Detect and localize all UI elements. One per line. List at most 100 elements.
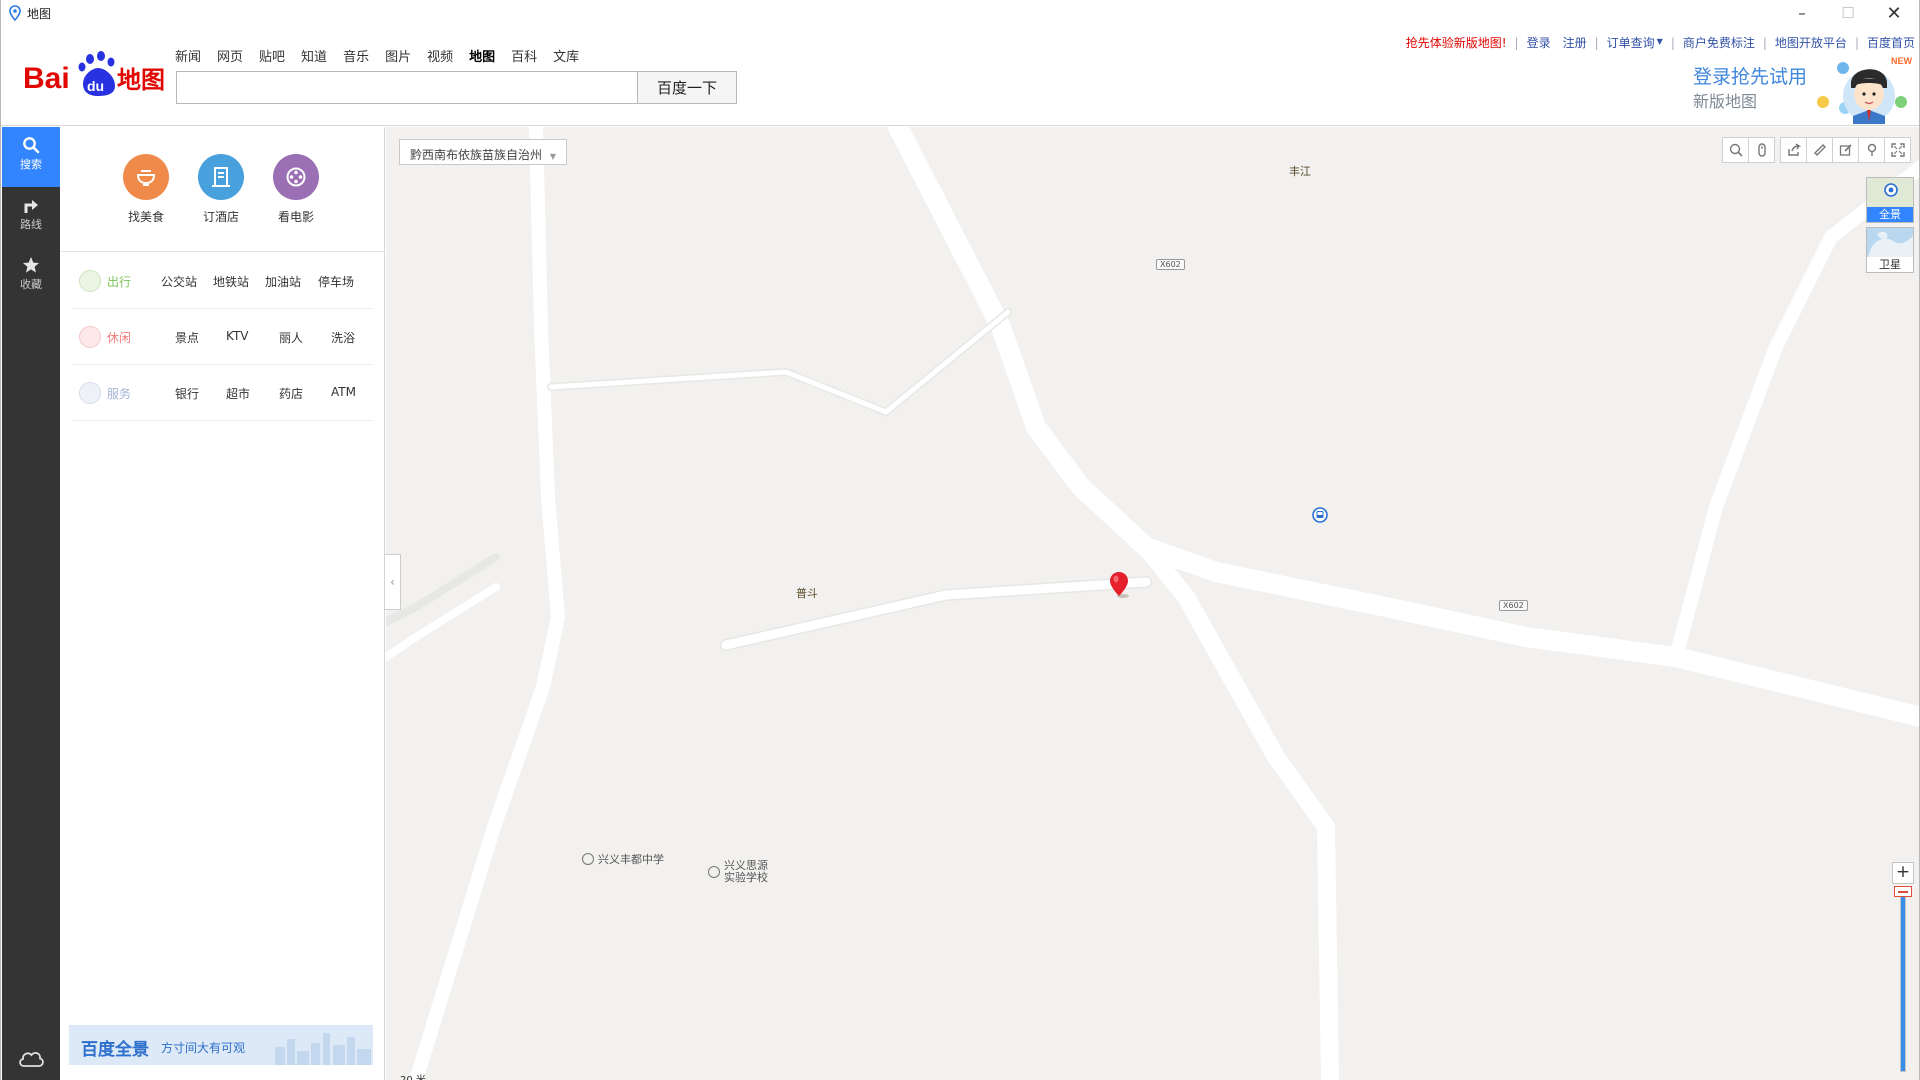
category-item-supermarket[interactable]: 超市: [226, 385, 250, 402]
nav-baike[interactable]: 百科: [511, 46, 537, 65]
app-window: 地图 – ☐ ✕ Bai du 地图 新闻 网页 贴吧 知道 音乐 图片 视频 …: [0, 0, 1920, 1080]
register-link[interactable]: 注册: [1563, 34, 1587, 51]
nav-music[interactable]: 音乐: [343, 46, 369, 65]
map-measure-tool[interactable]: [1806, 137, 1833, 163]
magnifier-icon: [1729, 143, 1743, 157]
window-title: 地图: [27, 7, 52, 21]
nav-wenku[interactable]: 文库: [553, 46, 579, 65]
map-type-panorama[interactable]: 全景: [1866, 177, 1914, 223]
panorama-icon: [1867, 178, 1913, 210]
zoom-in-button[interactable]: +: [1892, 862, 1914, 884]
login-link[interactable]: 登录: [1527, 34, 1551, 51]
category-item-bath[interactable]: 洗浴: [331, 329, 355, 346]
satellite-globe-icon: [1867, 228, 1913, 260]
category-item-bank[interactable]: 银行: [175, 385, 199, 402]
category-item-scenic[interactable]: 景点: [175, 329, 199, 346]
try-new-map-link[interactable]: 抢先体验新版地图!: [1406, 34, 1507, 51]
pin-icon: [1867, 143, 1876, 156]
promo-line1: 登录抢先试用: [1693, 66, 1808, 88]
bus-icon: [79, 270, 101, 292]
map-type-panorama-label: 全景: [1867, 207, 1913, 222]
category-leisure-title: 休闲: [107, 331, 132, 345]
merchant-link[interactable]: 商户免费标注: [1683, 34, 1755, 51]
panorama-banner[interactable]: 百度全景 方寸间大有可观: [69, 1025, 373, 1065]
maximize-button[interactable]: ☐: [1825, 0, 1871, 26]
chevron-left-icon: ‹: [390, 575, 395, 589]
poi-school-siyuan[interactable]: 兴义思源 实验学校: [708, 860, 768, 884]
left-rail: 搜索 路线 收藏: [2, 127, 60, 1080]
map-search-tool[interactable]: [1722, 137, 1749, 163]
find-food-button[interactable]: 找美食: [114, 154, 178, 225]
search-button[interactable]: 百度一下: [637, 71, 737, 104]
nav-tieba[interactable]: 贴吧: [259, 46, 285, 65]
svg-text:du: du: [87, 78, 104, 94]
map-pin-tool[interactable]: [1858, 137, 1885, 163]
category-item-subway[interactable]: 地铁站: [213, 273, 249, 290]
poi-school-fengdu[interactable]: 兴义丰都中学: [582, 853, 664, 866]
close-button[interactable]: ✕: [1871, 0, 1917, 26]
top-links: 抢先体验新版地图! | 登录 注册 | 订单查询 ▼ | 商户免费标注 | 地图开…: [1406, 34, 1915, 51]
category-item-beauty[interactable]: 丽人: [279, 329, 303, 346]
service-icon: [79, 382, 101, 404]
nav-news[interactable]: 新闻: [175, 46, 201, 65]
baidu-map-logo[interactable]: Bai du 地图: [23, 50, 173, 100]
svg-text:地图: 地图: [117, 66, 165, 94]
fullscreen-icon: [1890, 143, 1905, 157]
category-item-pharmacy[interactable]: 药店: [279, 385, 303, 402]
category-item-bus-stop[interactable]: 公交站: [161, 273, 197, 290]
svg-text:Bai: Bai: [23, 62, 70, 95]
city-name: 黔西南布依族苗族自治州: [410, 148, 543, 162]
map-type-satellite[interactable]: 卫星: [1866, 227, 1914, 273]
baidu-home-link[interactable]: 百度首页: [1867, 34, 1915, 51]
zoom-control: +: [1892, 862, 1914, 1080]
map-mark-tool[interactable]: [1832, 137, 1859, 163]
promo-character-icon: NEW: [1817, 56, 1913, 124]
school-icon: [708, 866, 720, 878]
movie-icon: [273, 154, 319, 200]
category-item-gas-station[interactable]: 加油站: [265, 273, 301, 290]
map-canvas[interactable]: 黔西南布依族苗族自治州 ▼ 丰江 普斗 X602 X602 兴义丰都中学 兴义思…: [386, 127, 1919, 1080]
open-platform-link[interactable]: 地图开放平台: [1775, 34, 1847, 51]
separator: |: [1594, 35, 1599, 50]
nav-zhidao[interactable]: 知道: [301, 46, 327, 65]
separator: |: [1854, 35, 1859, 50]
nav-map[interactable]: 地图: [469, 46, 495, 65]
route-icon: [24, 200, 38, 213]
watch-movie-button[interactable]: 看电影: [264, 154, 328, 225]
rail-favorites[interactable]: 收藏: [2, 247, 60, 307]
mouse-icon: [1757, 143, 1766, 157]
nav-images[interactable]: 图片: [385, 46, 411, 65]
header: Bai du 地图 新闻 网页 贴吧 知道 音乐 图片 视频 地图 百科 文库 …: [1, 26, 1919, 126]
map-share-tool[interactable]: [1780, 137, 1807, 163]
bus-stop-icon[interactable]: [1312, 507, 1328, 523]
collapse-panel-button[interactable]: ‹: [385, 554, 401, 610]
category-item-parking[interactable]: 停车场: [318, 273, 354, 290]
search-input[interactable]: [176, 71, 638, 104]
separator: |: [1514, 35, 1519, 50]
map-fullscreen-tool[interactable]: [1884, 137, 1911, 163]
orders-dropdown[interactable]: 订单查询 ▼: [1607, 34, 1663, 51]
category-item-atm[interactable]: ATM: [331, 385, 356, 399]
flower-icon: [79, 326, 101, 348]
school-icon: [582, 853, 594, 865]
zoom-slider-thumb[interactable]: [1894, 886, 1912, 897]
place-label-fengjiang[interactable]: 丰江: [1289, 163, 1311, 179]
nav-video[interactable]: 视频: [427, 46, 453, 65]
place-label-pudou[interactable]: 普斗: [796, 585, 818, 601]
new-map-promo[interactable]: 登录抢先试用 新版地图 NEW: [1693, 52, 1913, 124]
map-mouse-tool[interactable]: [1748, 137, 1775, 163]
poi-school-fengdu-label: 兴义丰都中学: [598, 853, 664, 866]
city-selector[interactable]: 黔西南布依族苗族自治州 ▼: [399, 139, 567, 165]
category-item-ktv[interactable]: KTV: [226, 329, 248, 343]
cloud-icon[interactable]: [17, 1048, 45, 1068]
rail-route[interactable]: 路线: [2, 187, 60, 247]
category-service: 服务 银行 超市 药店 ATM: [73, 365, 373, 421]
food-icon: [123, 154, 169, 200]
nav-web[interactable]: 网页: [217, 46, 243, 65]
new-badge: NEW: [1891, 56, 1913, 66]
zoom-slider-track[interactable]: [1900, 892, 1906, 1072]
minimize-button[interactable]: –: [1779, 0, 1825, 26]
location-marker-icon[interactable]: [1109, 571, 1131, 599]
rail-search[interactable]: 搜索: [2, 127, 60, 187]
book-hotel-button[interactable]: 订酒店: [189, 154, 253, 225]
